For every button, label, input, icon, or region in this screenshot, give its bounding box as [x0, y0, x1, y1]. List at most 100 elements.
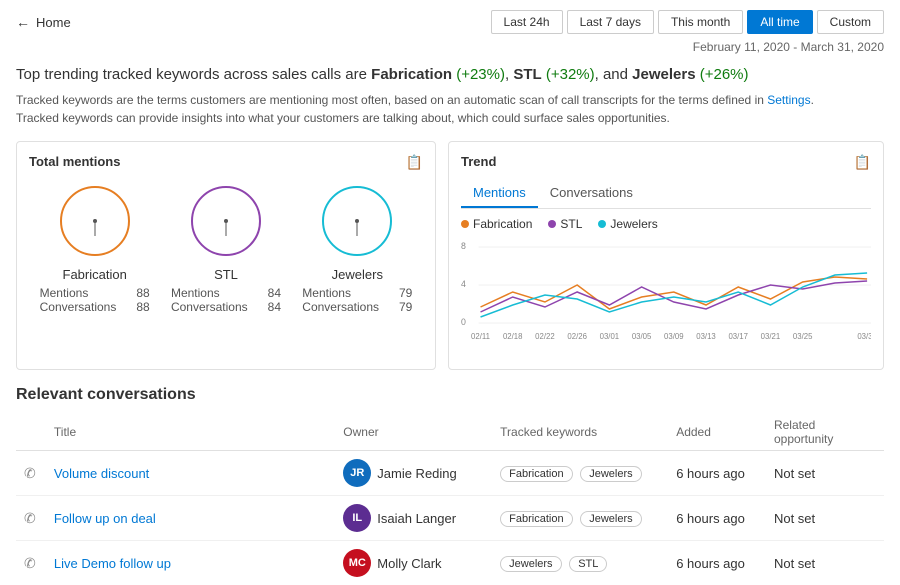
- row1-keywords: Fabrication Jewelers: [492, 451, 668, 496]
- svg-text:03/31: 03/31: [857, 332, 871, 341]
- legend-fabrication: Fabrication: [461, 217, 532, 231]
- row2-added: 6 hours ago: [668, 496, 766, 541]
- row2-title[interactable]: Follow up on deal: [46, 496, 335, 541]
- svg-text:03/09: 03/09: [664, 332, 684, 341]
- legend-stl: STL: [548, 217, 582, 231]
- svg-text:03/21: 03/21: [761, 332, 781, 341]
- conversations-title: Relevant conversations: [16, 386, 884, 404]
- keyword-stl-change: (+32%): [546, 66, 595, 83]
- svg-text:02/22: 02/22: [535, 332, 555, 341]
- legend-label-jewelers: Jewelers: [610, 217, 657, 231]
- table-row: ✆ Follow up on deal IL Isaiah Langer Fab…: [16, 496, 884, 541]
- circle-stl: STL Mentions84 Conversations84: [171, 181, 281, 314]
- svg-text:8: 8: [461, 241, 466, 251]
- col-header-opportunity: Related opportunity: [766, 414, 884, 451]
- row2-keywords: Fabrication Jewelers: [492, 496, 668, 541]
- svg-text:02/26: 02/26: [567, 332, 587, 341]
- copy-icon-mentions[interactable]: 📋: [406, 154, 423, 171]
- row1-opportunity: Not set: [766, 451, 884, 496]
- circle-jewelers: Jewelers Mentions79 Conversations79: [302, 181, 412, 314]
- date-range: February 11, 2020 - March 31, 2020: [0, 40, 900, 60]
- legend-jewelers: Jewelers: [598, 217, 657, 231]
- circle-label-stl: STL: [171, 267, 281, 282]
- keyword-tag: Fabrication: [500, 466, 572, 482]
- legend-label-stl: STL: [560, 217, 582, 231]
- time-filter-group: Last 24h Last 7 days This month All time…: [491, 10, 884, 34]
- conversations-section: Relevant conversations Title Owner Track…: [0, 378, 900, 585]
- circle-fabrication: Fabrication Mentions88 Conversations88: [40, 181, 150, 314]
- headline-section: Top trending tracked keywords across sal…: [0, 60, 900, 133]
- keyword-tag: STL: [569, 556, 607, 572]
- filter-last24h[interactable]: Last 24h: [491, 10, 563, 34]
- svg-text:03/13: 03/13: [696, 332, 716, 341]
- header: ← Home Last 24h Last 7 days This month A…: [0, 0, 900, 40]
- phone-icon: ✆: [24, 465, 36, 481]
- row3-title[interactable]: Live Demo follow up: [46, 541, 335, 585]
- legend-dot-jewelers: [598, 220, 606, 228]
- avatar-il: IL: [343, 504, 371, 532]
- filter-last7days[interactable]: Last 7 days: [567, 10, 654, 34]
- row2-owner: IL Isaiah Langer: [335, 496, 492, 541]
- table-row: ✆ Volume discount JR Jamie Reding Fabric…: [16, 451, 884, 496]
- col-header-added: Added: [668, 414, 766, 451]
- keyword-tag: Jewelers: [580, 511, 641, 527]
- copy-icon-trend[interactable]: 📋: [854, 154, 871, 171]
- circle-label-fabrication: Fabrication: [40, 267, 150, 282]
- trend-tabs: Mentions Conversations: [461, 181, 871, 209]
- headline: Top trending tracked keywords across sal…: [16, 64, 884, 85]
- back-button[interactable]: ← Home: [16, 14, 71, 30]
- chart-area: 8 4 0 02/11 02/18 02/22 02/26 03/01 0: [461, 237, 871, 357]
- subtitle-text1: Tracked keywords are the terms customers…: [16, 93, 767, 107]
- trend-title: Trend 📋: [461, 154, 871, 171]
- row3-keywords: Jewelers STL: [492, 541, 668, 585]
- owner-name-jr: Jamie Reding: [377, 466, 457, 481]
- keyword-fabrication-change: (+23%): [456, 66, 505, 83]
- subtitle-text3: Tracked keywords can provide insights in…: [16, 111, 670, 125]
- row1-owner: JR Jamie Reding: [335, 451, 492, 496]
- circle-svg-stl: [186, 181, 266, 261]
- total-mentions-title: Total mentions 📋: [29, 154, 423, 171]
- keyword-jewelers-change: (+26%): [700, 66, 749, 83]
- tab-conversations[interactable]: Conversations: [538, 181, 645, 208]
- row1-title[interactable]: Volume discount: [46, 451, 335, 496]
- svg-text:03/05: 03/05: [632, 332, 652, 341]
- conversations-table: Title Owner Tracked keywords Added Relat…: [16, 414, 884, 585]
- row3-opportunity: Not set: [766, 541, 884, 585]
- col-header-owner: Owner: [335, 414, 492, 451]
- circle-label-jewelers: Jewelers: [302, 267, 412, 282]
- row2-icon-cell: ✆: [16, 496, 46, 541]
- svg-text:02/11: 02/11: [471, 332, 490, 341]
- settings-link[interactable]: Settings: [767, 93, 810, 107]
- circles-row: Fabrication Mentions88 Conversations88 S…: [29, 181, 423, 314]
- legend-label-fabrication: Fabrication: [473, 217, 532, 231]
- circle-svg-jewelers: [317, 181, 397, 261]
- filter-alltime[interactable]: All time: [747, 10, 812, 34]
- keyword-tag: Jewelers: [580, 466, 641, 482]
- filter-custom[interactable]: Custom: [817, 10, 884, 34]
- keyword-fabrication: Fabrication: [371, 66, 452, 83]
- row3-added: 6 hours ago: [668, 541, 766, 585]
- phone-icon: ✆: [24, 555, 36, 571]
- legend-dot-stl: [548, 220, 556, 228]
- trend-panel: Trend 📋 Mentions Conversations Fabricati…: [448, 141, 884, 370]
- svg-text:0: 0: [461, 317, 466, 327]
- tab-mentions[interactable]: Mentions: [461, 181, 538, 208]
- subtitle-dot: .: [811, 93, 814, 107]
- total-mentions-panel: Total mentions 📋 Fabrication Mentions88 …: [16, 141, 436, 370]
- svg-text:03/25: 03/25: [793, 332, 813, 341]
- svg-text:02/18: 02/18: [503, 332, 523, 341]
- circle-stats-jewelers: Mentions79 Conversations79: [302, 286, 412, 314]
- filter-thismonth[interactable]: This month: [658, 10, 743, 34]
- table-row: ✆ Live Demo follow up MC Molly Clark Jew…: [16, 541, 884, 585]
- owner-name-il: Isaiah Langer: [377, 511, 456, 526]
- trend-legend: Fabrication STL Jewelers: [461, 217, 871, 231]
- trend-chart: 8 4 0 02/11 02/18 02/22 02/26 03/01 0: [461, 237, 871, 347]
- svg-text:03/17: 03/17: [728, 332, 748, 341]
- keyword-stl: STL: [513, 66, 541, 83]
- legend-dot-fabrication: [461, 220, 469, 228]
- owner-name-mc: Molly Clark: [377, 556, 441, 571]
- svg-text:4: 4: [461, 279, 466, 289]
- row1-added: 6 hours ago: [668, 451, 766, 496]
- circle-svg-fabrication: [55, 181, 135, 261]
- keyword-tag: Fabrication: [500, 511, 572, 527]
